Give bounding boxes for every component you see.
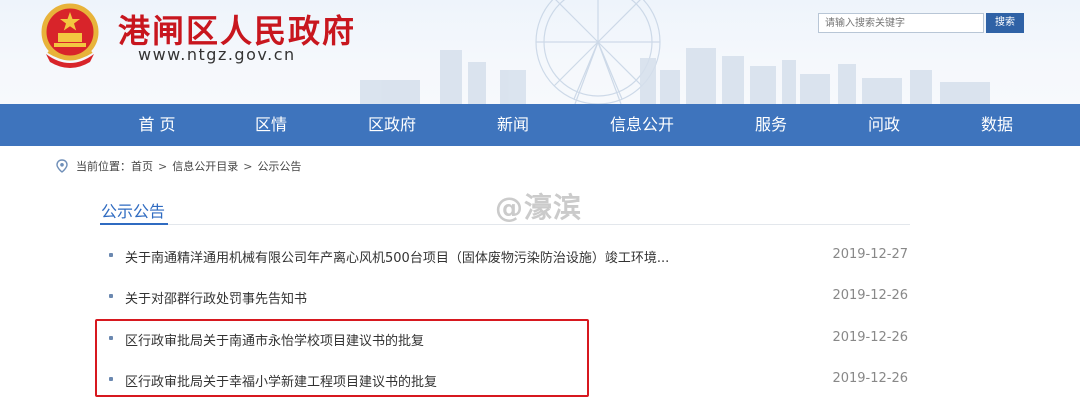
- breadcrumb-announcements[interactable]: 公示公告: [257, 158, 301, 174]
- list-item-title[interactable]: 关于南通精洋通用机械有限公司年产离心风机500台项目（固体废物污染防治设施）竣工…: [125, 247, 669, 266]
- nav-item-info-disclosure[interactable]: 信息公开: [587, 104, 697, 146]
- nav-item-services[interactable]: 服务: [716, 104, 826, 146]
- bullet-icon: [109, 253, 113, 257]
- list-item-date: 2019-12-26: [832, 288, 908, 303]
- site-url: www.ntgz.gov.cn: [138, 45, 296, 64]
- breadcrumb-info-catalog[interactable]: 信息公开目录: [172, 158, 238, 174]
- bullet-icon: [109, 294, 113, 298]
- breadcrumb-prefix: 当前位置：: [76, 160, 131, 173]
- nav-item-district-government[interactable]: 区政府: [337, 104, 447, 146]
- list-item-title[interactable]: 关于对邵群行政处罚事先告知书: [125, 288, 307, 307]
- nav-item-district-info[interactable]: 区情: [216, 104, 326, 146]
- section-title: 公示公告: [101, 202, 166, 221]
- breadcrumb-separator: >: [243, 159, 253, 173]
- list-item[interactable]: 关于南通精洋通用机械有限公司年产离心风机500台项目（固体废物污染防治设施）竣工…: [100, 236, 910, 276]
- search-button[interactable]: 搜索: [986, 13, 1024, 33]
- breadcrumb: 当前位置： 首页 > 信息公开目录 > 公示公告: [56, 156, 301, 176]
- national-emblem-icon: [41, 3, 99, 68]
- nav-item-home[interactable]: 首 页: [102, 104, 212, 146]
- site-header: 港闸区人民政府 www.ntgz.gov.cn 搜索: [0, 0, 1080, 104]
- location-pin-icon: [56, 159, 68, 173]
- nav-item-data[interactable]: 数据: [942, 104, 1052, 146]
- highlight-annotation-box: [95, 319, 589, 397]
- list-item[interactable]: 关于对邵群行政处罚事先告知书 2019-12-26: [100, 277, 910, 317]
- watermark: @濠滨: [495, 191, 583, 224]
- list-item-date: 2019-12-26: [832, 330, 908, 345]
- nav-item-news[interactable]: 新闻: [458, 104, 568, 146]
- breadcrumb-home[interactable]: 首页: [131, 158, 153, 174]
- nav-item-inquiry[interactable]: 问政: [829, 104, 939, 146]
- list-item-date: 2019-12-26: [832, 371, 908, 386]
- breadcrumb-separator: >: [158, 159, 168, 173]
- search-input[interactable]: [818, 13, 984, 33]
- list-item-date: 2019-12-27: [832, 247, 908, 262]
- section-title-underline: [100, 223, 168, 225]
- main-nav: 首 页 区情 区政府 新闻 信息公开 服务 问政 数据: [0, 104, 1080, 146]
